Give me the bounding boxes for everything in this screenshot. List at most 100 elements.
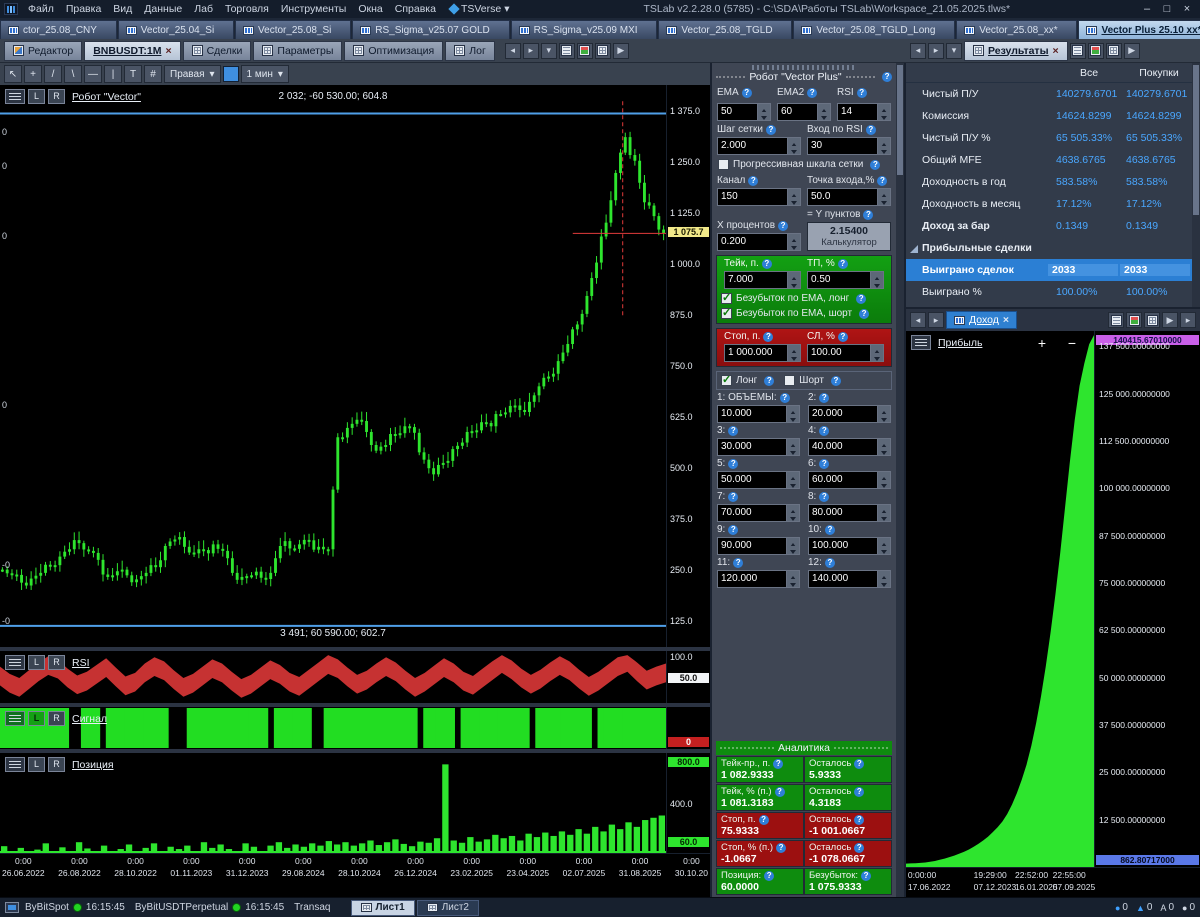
workspace-tab[interactable]: Vector_25.08_xx* × <box>956 20 1078 39</box>
volume-spinner[interactable]: 50.000 <box>717 471 800 489</box>
take-spinner[interactable]: 7.000 <box>724 271 801 289</box>
menu-item[interactable]: Инструменты <box>275 2 352 16</box>
calculator-box[interactable]: 2.15400 Калькулятор <box>807 222 891 251</box>
workspace-tab[interactable]: Vector_25.04_Si × <box>117 20 235 39</box>
status-counter[interactable]: ● 0 <box>1115 902 1128 913</box>
results-row[interactable]: Доходность в месяц 17.12% 17.12% <box>906 193 1192 215</box>
info-icon[interactable] <box>741 87 752 98</box>
tab-close-icon[interactable]: × <box>165 45 171 57</box>
info-icon[interactable] <box>854 786 865 797</box>
info-icon[interactable] <box>877 175 888 186</box>
workspace-tab[interactable]: RS_Sigma_v25.09 MXI × <box>510 20 658 39</box>
results-row[interactable]: Прибыльные сделки <box>906 237 1192 259</box>
minimize-button[interactable]: – <box>1138 1 1156 17</box>
volume-spinner[interactable]: 140.000 <box>808 570 891 588</box>
info-icon[interactable] <box>819 458 830 469</box>
download-icon[interactable] <box>1144 312 1160 328</box>
dropdown-icon[interactable]: ▾ <box>540 42 557 59</box>
workspace-tab[interactable]: RS_Sigma_v25.07 GOLD × <box>352 20 510 39</box>
info-icon[interactable] <box>819 491 830 502</box>
interval-dropdown[interactable]: 1 мин ▾ <box>240 65 289 83</box>
panel-menu-icon[interactable] <box>911 335 931 350</box>
info-icon[interactable] <box>861 870 872 881</box>
stop-spinner[interactable]: 1 000.000 <box>724 344 801 362</box>
ema-spinner[interactable]: 50 <box>717 103 771 121</box>
scrollbar-thumb[interactable] <box>897 65 903 175</box>
chart-tool-button[interactable]: / <box>44 65 62 83</box>
save-icon[interactable] <box>558 42 575 59</box>
info-icon[interactable] <box>856 87 867 98</box>
left-axis-button[interactable]: L <box>28 655 45 670</box>
menu-item[interactable]: Вид <box>107 2 138 16</box>
menu-item[interactable]: Справка <box>389 2 442 16</box>
tab-editor[interactable]: Редактор <box>4 40 83 61</box>
info-icon[interactable] <box>778 220 789 231</box>
info-icon[interactable] <box>819 392 830 403</box>
position-panel[interactable]: L R Позиция 800.0 400.0 60.0 <box>0 753 710 853</box>
results-row[interactable]: Общий MFE 4638.6765 4638.6765 <box>906 149 1192 171</box>
progressive-checkbox[interactable] <box>718 159 729 170</box>
results-dropdown-icon[interactable]: ▾ <box>946 42 962 59</box>
long-checkbox[interactable] <box>721 373 732 386</box>
zoom-out-button[interactable]: − <box>1064 335 1080 351</box>
chart-tool-button[interactable]: T <box>124 65 142 83</box>
rsi-panel[interactable]: L R RSI 100.0 50.0 <box>0 651 710 703</box>
panel-menu-icon[interactable] <box>5 655 25 670</box>
tab-results[interactable]: Результаты × <box>964 40 1068 61</box>
info-icon[interactable] <box>765 124 776 135</box>
play-icon[interactable]: ▶ <box>1123 42 1140 59</box>
chart-tool-button[interactable]: ↖ <box>4 65 22 83</box>
short-checkbox[interactable] <box>784 375 796 386</box>
chart-tool-button[interactable]: \ <box>64 65 82 83</box>
results-row[interactable]: Доходность в год 583.58% 583.58% <box>906 171 1192 193</box>
info-icon[interactable] <box>882 72 893 82</box>
breakeven-short-checkbox[interactable] <box>721 306 732 319</box>
info-icon[interactable] <box>748 175 759 186</box>
right-axis-button[interactable]: R <box>48 655 65 670</box>
view-tab[interactable]: Лог <box>445 40 495 61</box>
workspace-tab[interactable]: Vector_25.08_Si × <box>235 20 352 39</box>
info-icon[interactable] <box>733 557 744 568</box>
view-tab[interactable]: Сделки <box>182 40 252 61</box>
info-icon[interactable] <box>854 842 865 853</box>
results-row[interactable]: Чистый П/У 140279.6701 140279.6701 <box>906 83 1192 105</box>
left-axis-button[interactable]: L <box>28 711 45 726</box>
left-axis-button[interactable]: L <box>28 757 45 772</box>
volume-spinner[interactable]: 60.000 <box>808 471 891 489</box>
signal-panel[interactable]: L R Сигнал 0 <box>0 707 710 749</box>
info-icon[interactable] <box>728 491 739 502</box>
info-icon[interactable] <box>728 524 739 535</box>
sheet-tab[interactable]: Лист2 <box>416 899 479 916</box>
results-row[interactable]: Комиссия 14624.8299 14624.8299 <box>906 105 1192 127</box>
rsi-spinner[interactable]: 14 <box>837 103 891 121</box>
maximize-button[interactable]: □ <box>1158 1 1176 17</box>
entry-point-spinner[interactable]: 50.0 <box>807 188 891 206</box>
results-row[interactable]: Доход за бар 0.1349 0.1349 <box>906 215 1192 237</box>
workspace-tab[interactable]: Vector_25.08_TGLD × <box>658 20 793 39</box>
view-tab[interactable]: Параметры <box>253 40 343 61</box>
volume-spinner[interactable]: 120.000 <box>717 570 800 588</box>
equity-forward-icon[interactable]: ▸ <box>928 312 944 328</box>
sl-spinner[interactable]: 100.00 <box>807 344 884 362</box>
workspace-tab[interactable]: Vector Plus 25.10 xx* × <box>1078 20 1200 39</box>
volume-spinner[interactable]: 30.000 <box>717 438 800 456</box>
download-icon[interactable] <box>1105 42 1122 59</box>
channel-spinner[interactable]: 150 <box>717 188 801 206</box>
workspace-tab[interactable]: Vector_25.08_TGLD_Long × <box>793 20 956 39</box>
info-icon[interactable] <box>824 557 835 568</box>
view-tab[interactable]: Оптимизация <box>344 40 444 61</box>
info-icon[interactable] <box>854 814 865 825</box>
results-back-icon[interactable]: ◂ <box>910 42 926 59</box>
zoom-in-button[interactable]: + <box>1034 335 1050 351</box>
info-icon[interactable] <box>854 758 865 769</box>
axis-dropdown[interactable]: Правая ▾ <box>164 65 221 83</box>
save-icon[interactable] <box>1126 312 1142 328</box>
info-icon[interactable] <box>865 124 876 135</box>
connection-status[interactable]: ByBitSpot 16:15:45 <box>25 902 125 913</box>
left-axis-button[interactable]: L <box>28 89 45 104</box>
info-icon[interactable] <box>728 425 739 436</box>
equity-plot[interactable] <box>906 331 1094 867</box>
connection-status[interactable]: ByBitUSDTPerpetual 16:15:45 <box>135 902 284 913</box>
chart-tool-button[interactable]: — <box>84 65 102 83</box>
rsi-entry-spinner[interactable]: 30 <box>807 137 891 155</box>
